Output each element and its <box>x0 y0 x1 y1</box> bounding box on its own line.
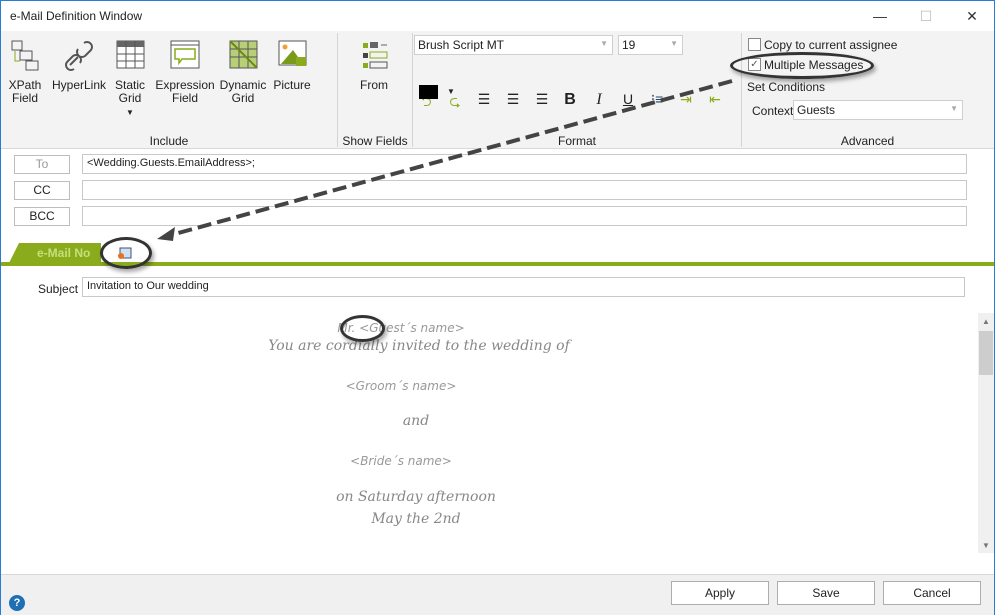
xpath-field-button[interactable]: XPath Field <box>7 39 43 105</box>
underline-button[interactable]: U <box>618 91 638 107</box>
email-definition-window: e-Mail Definition Window — ☐ ✕ XPath Fiel… <box>0 0 995 615</box>
highlight-oval <box>100 237 152 269</box>
bold-button[interactable]: B <box>560 91 580 109</box>
highlight-oval <box>340 315 385 342</box>
subject-label: Subject <box>38 282 79 296</box>
body-line: <Groom´s name> <box>345 379 457 393</box>
group-include-label: Include <box>149 134 189 148</box>
save-button[interactable]: Save <box>777 581 875 605</box>
body-line: Mr. <Guest´s name> <box>337 321 465 335</box>
maximize-button[interactable]: ☐ <box>911 5 941 27</box>
dynamic-grid-button[interactable]: Dynamic Grid <box>219 39 267 105</box>
align-right-icon[interactable]: ☰ <box>532 91 552 108</box>
cc-field[interactable] <box>82 180 967 200</box>
group-format-label: Format <box>557 134 596 148</box>
font-color-swatch[interactable] <box>419 85 438 99</box>
scrollbar-thumb[interactable] <box>979 331 993 375</box>
picture-icon <box>278 40 307 66</box>
body-line: You are cordially invited to the wedding… <box>268 338 570 354</box>
bcc-button[interactable]: BCC <box>14 207 70 226</box>
dynamic-grid-icon <box>229 40 258 69</box>
copy-assignee-checkbox[interactable] <box>748 38 761 51</box>
window-title: e-Mail Definition Window <box>10 9 143 23</box>
group-advanced-label: Advanced <box>840 134 895 148</box>
help-icon[interactable]: ? <box>9 595 25 611</box>
group-show-fields-label: Show Fields <box>342 134 408 148</box>
from-button[interactable]: From <box>355 39 393 92</box>
picture-button[interactable]: Picture <box>271 39 313 92</box>
body-line: <Bride´s name> <box>350 454 452 468</box>
align-center-icon[interactable]: ☰ <box>503 91 523 108</box>
color-dropdown-icon[interactable]: ▼ <box>447 87 455 96</box>
context-select[interactable]: Guests ▼ <box>793 100 963 120</box>
grid-icon <box>116 40 145 69</box>
to-field[interactable]: <Wedding.Guests.EmailAddress>; <box>82 154 967 174</box>
font-family-select[interactable]: Brush Script MT ▼ <box>414 35 613 55</box>
static-grid-button[interactable]: Static Grid ▼ <box>111 39 149 119</box>
footer: ? Apply Save Cancel <box>1 574 994 615</box>
bcc-field[interactable] <box>82 206 967 226</box>
email-body-editor[interactable]: Mr. <Guest´s name> You are cordially inv… <box>1 313 978 553</box>
indent-icon[interactable]: ⇥ <box>676 91 696 108</box>
hyperlink-button[interactable]: HyperLink <box>51 39 107 92</box>
scroll-up-icon[interactable]: ▲ <box>978 317 994 326</box>
tab-email[interactable]: e-Mail No <box>9 243 101 263</box>
body-line: May the 2nd <box>371 511 461 527</box>
copy-assignee-label: Copy to current assignee <box>764 38 898 52</box>
minimize-button[interactable]: — <box>865 5 895 27</box>
separator <box>337 33 338 147</box>
expression-field-button[interactable]: Expression Field <box>154 39 216 105</box>
highlight-oval <box>730 52 874 79</box>
xpath-icon <box>11 40 39 71</box>
separator <box>741 33 742 147</box>
cancel-button[interactable]: Cancel <box>883 581 981 605</box>
bullet-list-icon[interactable]: ⁝≡ <box>647 91 667 108</box>
cc-button[interactable]: CC <box>14 181 70 200</box>
italic-button[interactable]: I <box>589 91 609 109</box>
tab-underline <box>1 262 994 266</box>
close-button[interactable]: ✕ <box>957 5 987 27</box>
title-bar: e-Mail Definition Window — ☐ ✕ <box>1 1 994 31</box>
font-size-select[interactable]: 19 ▼ <box>618 35 683 55</box>
separator <box>412 33 413 147</box>
align-left-icon[interactable]: ☰ <box>474 91 494 108</box>
ribbon: XPath Field HyperLink Static Grid ▼ Express… <box>1 31 994 149</box>
body-line: on Saturday afternoon <box>336 489 496 505</box>
show-fields-icon <box>363 42 388 69</box>
expression-icon <box>170 40 200 69</box>
set-conditions-link[interactable]: Set Conditions <box>747 80 825 94</box>
vertical-scrollbar[interactable]: ▲ ▼ <box>978 313 994 553</box>
outdent-icon[interactable]: ⇤ <box>705 91 725 108</box>
link-icon <box>65 41 93 71</box>
context-label: Context <box>752 104 794 118</box>
scroll-down-icon[interactable]: ▼ <box>978 541 994 550</box>
subject-field[interactable]: Invitation to Our wedding <box>82 277 965 297</box>
dropdown-arrow-icon[interactable]: ▼ <box>126 108 134 117</box>
body-line: and <box>402 413 430 429</box>
to-button[interactable]: To <box>14 155 70 174</box>
apply-button[interactable]: Apply <box>671 581 769 605</box>
